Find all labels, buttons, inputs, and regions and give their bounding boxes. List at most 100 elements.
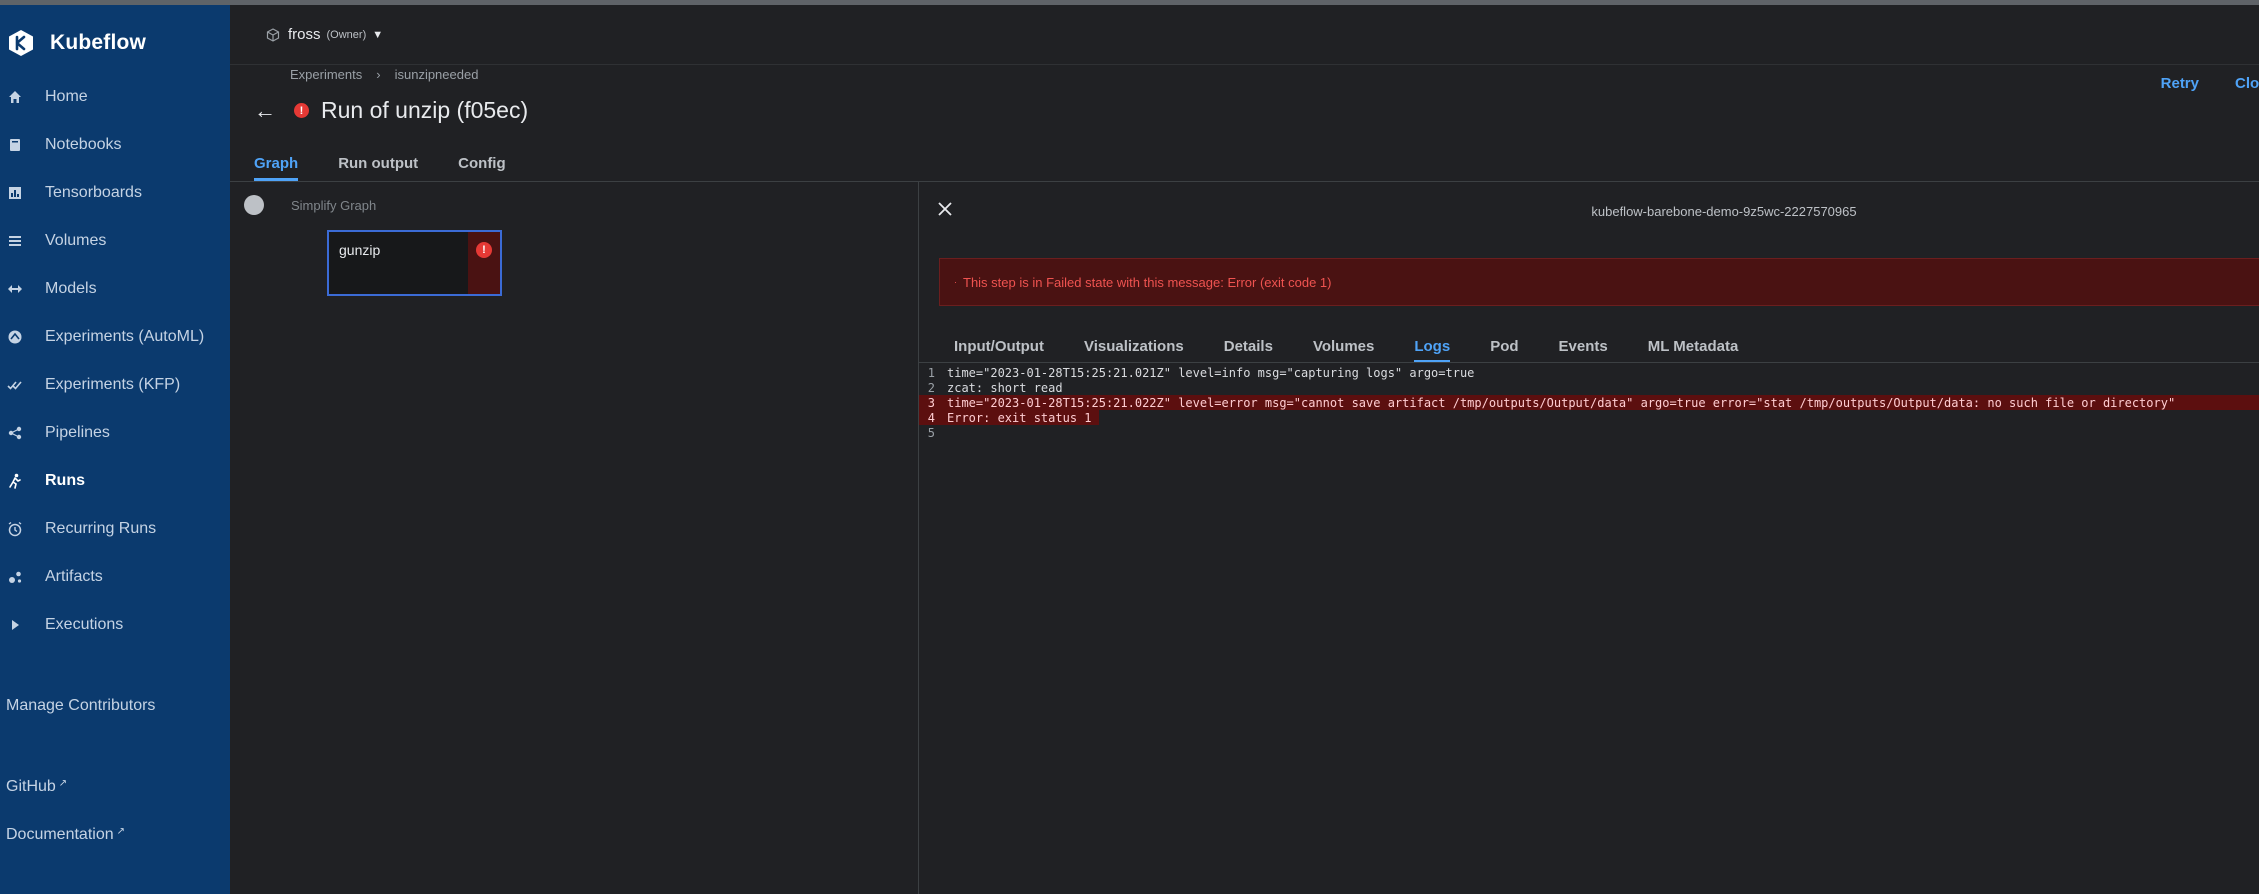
sidebar-item-tensorboards[interactable]: Tensorboards <box>0 171 230 215</box>
error-status-icon: ! <box>294 103 309 118</box>
log-line-number: 5 <box>927 425 935 440</box>
external-link-icon: ↗ <box>58 778 68 789</box>
sidebar-item-label: Executions <box>45 616 124 633</box>
sidebar-item-label: Experiments (KFP) <box>45 376 181 393</box>
run-actions: Retry Clone run <box>2125 75 2259 92</box>
namespace-bar: fross (Owner) ▼ <box>230 5 2259 65</box>
automl-icon <box>7 329 23 345</box>
log-line-number: 2 <box>927 380 935 395</box>
cube-icon <box>266 27 280 42</box>
error-banner: · This step is in Failed state with this… <box>939 258 2259 306</box>
sidebar-item-label: Home <box>45 88 88 105</box>
error-bullet: · <box>954 277 957 287</box>
notebook-icon <box>7 137 23 153</box>
sidebar: Kubeflow Home Notebooks Tensorboards Vol… <box>0 5 230 894</box>
pod-name: kubeflow-barebone-demo-9z5wc-2227570965 <box>1591 204 1857 219</box>
sidebar-item-label: Experiments (AutoML) <box>45 328 205 345</box>
sidebar-item-label: Recurring Runs <box>45 520 157 537</box>
sidebar-item-experiments-kfp[interactable]: Experiments (KFP) <box>0 363 230 407</box>
panel-tabs-divider <box>919 362 2259 363</box>
sidebar-item-models[interactable]: Models <box>0 267 230 311</box>
simplify-graph-toggle[interactable] <box>244 195 264 215</box>
run-icon <box>7 473 23 489</box>
home-icon <box>7 89 23 105</box>
error-message: This step is in Failed state with this m… <box>963 274 1332 290</box>
log-line-number: 4 <box>927 410 935 425</box>
log-line-text: zcat: short read <box>947 380 1063 395</box>
log-line-text: time="2023-01-28T15:25:21.022Z" level=er… <box>947 395 2176 410</box>
log-line-number: 3 <box>927 395 935 410</box>
error-status-icon: ! <box>476 242 492 258</box>
alarm-icon <box>7 521 23 537</box>
manage-contributors-label: Manage Contributors <box>6 697 156 714</box>
graph-node-name: gunzip <box>339 242 381 258</box>
clone-run-button[interactable]: Clone run <box>2235 75 2259 92</box>
log-line: 2 zcat: short read <box>919 380 2259 395</box>
breadcrumb-experiment-name[interactable]: isunzipneeded <box>395 67 479 82</box>
artifacts-icon <box>7 569 23 585</box>
node-status: ! <box>468 232 500 294</box>
manage-contributors-link[interactable]: Manage Contributors <box>6 697 155 715</box>
tab-pod[interactable]: Pod <box>1490 338 1518 363</box>
tab-config[interactable]: Config <box>458 155 505 181</box>
sidebar-item-notebooks[interactable]: Notebooks <box>0 123 230 167</box>
tab-volumes[interactable]: Volumes <box>1313 338 1374 363</box>
namespace-role: (Owner) <box>326 28 367 41</box>
sidebar-item-volumes[interactable]: Volumes <box>0 219 230 263</box>
graph-area: Simplify Graph gunzip ! <box>230 182 918 894</box>
play-icon <box>7 617 23 633</box>
retry-button[interactable]: Retry <box>2161 75 2199 92</box>
documentation-link[interactable]: Documentation ↗ <box>6 826 125 844</box>
tab-details[interactable]: Details <box>1224 338 1273 363</box>
external-link-icon: ↗ <box>116 826 126 837</box>
pipelines-icon <box>7 425 23 441</box>
log-line-error: 3 time="2023-01-28T15:25:21.022Z" level=… <box>919 395 2259 410</box>
sidebar-item-executions[interactable]: Executions <box>0 603 230 647</box>
documentation-label: Documentation <box>6 826 114 843</box>
chevron-down-icon: ▼ <box>372 28 384 41</box>
namespace-name: fross <box>288 26 321 43</box>
sidebar-item-label: Runs <box>45 472 85 489</box>
main-content: fross (Owner) ▼ Experiments › isunzipnee… <box>230 5 2259 894</box>
check-multiple-icon <box>7 377 23 393</box>
volumes-icon <box>7 233 23 249</box>
tab-run-output[interactable]: Run output <box>338 155 418 181</box>
sidebar-item-experiments-automl[interactable]: Experiments (AutoML) <box>0 315 230 359</box>
tab-graph[interactable]: Graph <box>254 155 299 181</box>
github-link[interactable]: GitHub ↗ <box>6 778 67 796</box>
log-line-number: 1 <box>927 365 935 380</box>
sidebar-item-label: Artifacts <box>45 568 103 585</box>
namespace-selector[interactable]: fross (Owner) ▼ <box>266 26 383 43</box>
log-line-error: 4 Error: exit status 1 <box>919 410 1099 425</box>
sidebar-item-label: Pipelines <box>45 424 110 441</box>
graph-node-gunzip[interactable]: gunzip ! <box>327 230 502 296</box>
breadcrumb: Experiments › isunzipneeded <box>290 67 478 82</box>
log-line: 5 <box>919 425 2259 440</box>
arrows-horizontal-icon <box>7 281 23 297</box>
sidebar-item-label: Notebooks <box>45 136 122 153</box>
tab-logs[interactable]: Logs <box>1414 338 1451 363</box>
tab-events[interactable]: Events <box>1559 338 1608 363</box>
page-title: Run of unzip (f05ec) <box>321 97 529 123</box>
github-label: GitHub <box>6 778 56 795</box>
log-line-text: Error: exit status 1 <box>947 410 1092 425</box>
sidebar-item-pipelines[interactable]: Pipelines <box>0 411 230 455</box>
sidebar-item-label: Tensorboards <box>45 184 142 201</box>
back-arrow-icon[interactable]: ← <box>254 98 276 124</box>
sidebar-item-label: Models <box>45 280 97 297</box>
chevron-right-icon: › <box>376 67 381 82</box>
tab-input-output[interactable]: Input/Output <box>954 338 1044 363</box>
sidebar-item-recurring-runs[interactable]: Recurring Runs <box>0 507 230 551</box>
breadcrumb-experiments[interactable]: Experiments <box>290 67 362 82</box>
sidebar-item-artifacts[interactable]: Artifacts <box>0 555 230 599</box>
simplify-graph-label: Simplify Graph <box>291 198 377 213</box>
node-details-panel: kubeflow-barebone-demo-9z5wc-2227570965 … <box>918 182 2259 894</box>
log-viewer[interactable]: 1 time="2023-01-28T15:25:21.021Z" level=… <box>919 365 2259 440</box>
sidebar-item-runs[interactable]: Runs <box>0 459 230 503</box>
chart-icon <box>7 185 23 201</box>
tab-visualizations[interactable]: Visualizations <box>1084 338 1184 363</box>
tab-ml-metadata[interactable]: ML Metadata <box>1648 338 1739 363</box>
brand[interactable]: Kubeflow <box>6 25 146 61</box>
sidebar-item-home[interactable]: Home <box>0 75 230 119</box>
run-tabs: Graph Run output Config <box>254 155 546 181</box>
